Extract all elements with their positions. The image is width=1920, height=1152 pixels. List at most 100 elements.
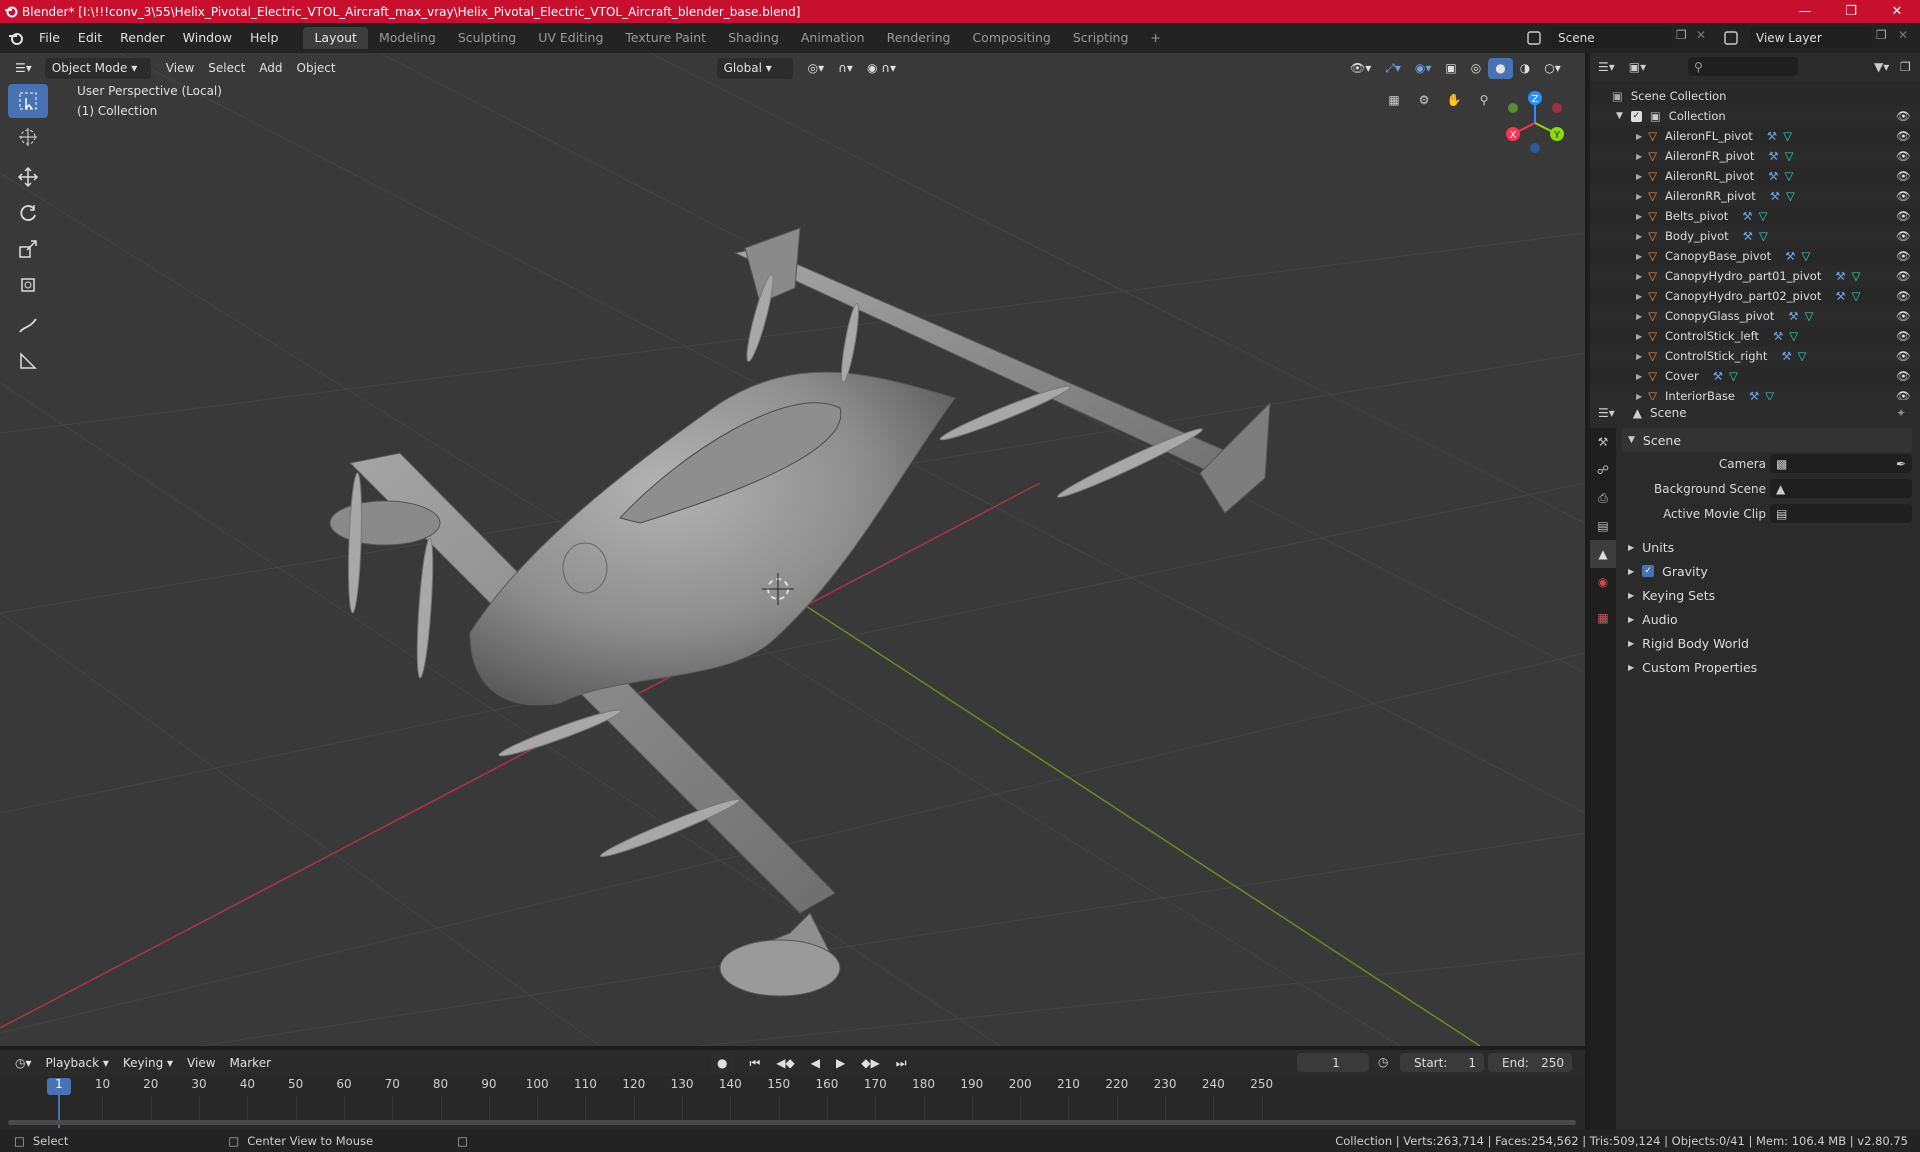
outliner-item[interactable]: ▶ ▽ Belts_pivot ⚒ ▽ 👁 [1590, 206, 1920, 226]
outliner-search-input[interactable]: ⚲ [1688, 57, 1798, 76]
eye-icon[interactable]: 👁 [1896, 269, 1911, 283]
expand-arrow-icon[interactable]: ▶ [1636, 312, 1642, 321]
display-mode-icon[interactable]: ▣▾ [1629, 60, 1646, 74]
modifier-icon[interactable]: ⚒ [1788, 309, 1798, 323]
tab-modeling[interactable]: Modeling [368, 27, 447, 49]
expand-arrow-icon[interactable]: ▶ [1636, 332, 1642, 341]
expand-arrow-icon[interactable]: ▶ [1636, 272, 1642, 281]
view-layer-browse-icon[interactable] [1722, 28, 1744, 48]
eye-icon[interactable]: 👁 [1896, 149, 1911, 163]
expand-arrow-icon[interactable]: ▶ [1636, 352, 1642, 361]
mesh-data-icon[interactable]: ▽ [1805, 309, 1814, 323]
timeline-menu-playback[interactable]: Playback ▾ [39, 1053, 116, 1074]
outliner-scene-collection[interactable]: ▣ Scene Collection [1590, 86, 1920, 106]
expand-arrow-icon[interactable]: ▶ [1636, 292, 1642, 301]
subpanel-header[interactable]: ▶ Custom Properties [1622, 655, 1912, 679]
gizmo-neg-x-handle[interactable] [1552, 103, 1562, 113]
next-keyframe-button[interactable]: ◆▶ [854, 1053, 886, 1074]
outliner-item[interactable]: ▶ ▽ ControlStick_right ⚒ ▽ 👁 [1590, 346, 1920, 366]
expand-arrow-icon[interactable]: ▶ [1636, 192, 1642, 201]
expand-arrow-icon[interactable]: ▶ [1636, 152, 1642, 161]
delete-scene-icon[interactable]: ✕ [1696, 28, 1706, 42]
measure-tool[interactable] [8, 344, 48, 378]
cursor-tool[interactable] [8, 120, 48, 154]
editor-type-icon[interactable]: ☰▾ [8, 58, 39, 79]
shading-rendered-icon[interactable]: ○▾ [1537, 58, 1568, 79]
expand-arrow-icon[interactable]: ▶ [1636, 252, 1642, 261]
outliner-item[interactable]: ▶ ▽ AileronRL_pivot ⚒ ▽ 👁 [1590, 166, 1920, 186]
eye-icon[interactable]: 👁 [1896, 129, 1911, 143]
tab-uv-editing[interactable]: UV Editing [527, 27, 614, 49]
mesh-data-icon[interactable]: ▽ [1784, 169, 1793, 183]
move-tool[interactable] [8, 160, 48, 194]
modifier-icon[interactable]: ⚒ [1835, 269, 1845, 283]
menu-help[interactable]: Help [241, 27, 288, 49]
add-workspace-button[interactable]: + [1139, 27, 1171, 49]
eye-icon[interactable]: 👁 [1896, 189, 1911, 203]
mesh-data-icon[interactable]: ▽ [1852, 269, 1861, 283]
overlays-icon[interactable]: ◉▾ [1408, 58, 1439, 79]
modifier-icon[interactable]: ⚒ [1743, 229, 1753, 243]
collapse-arrow-icon[interactable]: ▼ [1616, 111, 1623, 121]
viewport-menu-add[interactable]: Add [252, 58, 289, 79]
menu-window[interactable]: Window [174, 27, 241, 49]
pan-hand-icon[interactable]: ✋ [1442, 88, 1466, 112]
close-button[interactable]: ✕ [1874, 0, 1920, 23]
outliner-item[interactable]: ▶ ▽ AileronRR_pivot ⚒ ▽ 👁 [1590, 186, 1920, 206]
prev-keyframe-button[interactable]: ◀◆ [769, 1053, 801, 1074]
expand-arrow-icon[interactable]: ▶ [1636, 232, 1642, 241]
snap-icon[interactable]: ∩▾ [831, 58, 860, 79]
outliner-item[interactable]: ▶ ▽ ControlStick_left ⚒ ▽ 👁 [1590, 326, 1920, 346]
scale-tool[interactable] [8, 232, 48, 266]
outliner-item[interactable]: ▶ ▽ AileronFL_pivot ⚒ ▽ 👁 [1590, 126, 1920, 146]
blender-menu-icon[interactable] [8, 30, 24, 46]
pin-icon[interactable]: ✦ [1896, 406, 1906, 420]
menu-render[interactable]: Render [111, 27, 174, 49]
start-frame-field[interactable]: Start: 1 [1400, 1053, 1484, 1072]
current-frame-field[interactable]: 1 [1297, 1053, 1369, 1072]
timeline-menu-keying[interactable]: Keying ▾ [116, 1053, 180, 1074]
filter-icon[interactable]: ▼▾ [1874, 60, 1889, 74]
active-movie-clip-field[interactable]: ▤ [1770, 504, 1912, 523]
expand-arrow-icon[interactable]: ▶ [1636, 372, 1642, 381]
tab-texture[interactable]: ▦ [1590, 604, 1616, 632]
mesh-data-icon[interactable]: ▽ [1785, 149, 1794, 163]
outliner-item[interactable]: ▶ ▽ CanopyHydro_part01_pivot ⚒ ▽ 👁 [1590, 266, 1920, 286]
subpanel-header[interactable]: ▶ Audio [1622, 607, 1912, 631]
pivot-point-icon[interactable]: ◎▾ [801, 58, 832, 79]
timeline-menu-marker[interactable]: Marker [223, 1053, 278, 1074]
eye-icon[interactable]: 👁 [1896, 329, 1911, 343]
expand-arrow-icon[interactable]: ▶ [1636, 172, 1642, 181]
menu-file[interactable]: File [30, 27, 69, 49]
tab-scene[interactable]: ▲ [1590, 540, 1616, 568]
shading-solid-icon[interactable]: ● [1488, 57, 1513, 79]
new-scene-icon[interactable]: ❐ [1676, 28, 1687, 42]
end-frame-field[interactable]: End: 250 [1488, 1053, 1572, 1072]
rotate-tool[interactable] [8, 196, 48, 230]
delete-view-layer-icon[interactable]: ✕ [1898, 28, 1908, 42]
modifier-icon[interactable]: ⚒ [1835, 289, 1845, 303]
eye-icon[interactable]: 👁 [1896, 109, 1911, 123]
shading-wireframe-icon[interactable]: ◎ [1464, 58, 1488, 79]
modifier-icon[interactable]: ⚒ [1713, 369, 1723, 383]
eye-icon[interactable]: 👁 [1896, 349, 1911, 363]
viewport-menu-select[interactable]: Select [201, 58, 252, 79]
3d-viewport[interactable]: ☰▾ Object Mode ▾ View Select Add Object … [0, 53, 1585, 1046]
outliner-item[interactable]: ▶ ▽ Cover ⚒ ▽ 👁 [1590, 366, 1920, 386]
outliner-collection[interactable]: ▼ ✓ ▣ Collection 👁 [1590, 106, 1920, 126]
modifier-icon[interactable]: ⚒ [1785, 249, 1795, 263]
jump-end-button[interactable]: ⏭ [889, 1053, 914, 1074]
annotate-tool[interactable] [8, 308, 48, 342]
tab-output[interactable]: ⎙ [1590, 484, 1616, 512]
viewport-menu-view[interactable]: View [159, 58, 201, 79]
outliner-editor-type-icon[interactable]: ☰▾ [1598, 60, 1615, 74]
modifier-icon[interactable]: ⚒ [1768, 149, 1778, 163]
mesh-data-icon[interactable]: ▽ [1759, 209, 1768, 223]
properties-editor-type-icon[interactable]: ☰▾ [1598, 406, 1615, 420]
camera-field[interactable]: ▩ ✒ [1770, 454, 1912, 473]
mesh-data-icon[interactable]: ▽ [1789, 329, 1798, 343]
timeline-scrollbar[interactable] [8, 1120, 1576, 1125]
record-button[interactable]: ● [710, 1053, 735, 1074]
tab-view-layer[interactable]: ▤ [1590, 512, 1616, 540]
outliner-item[interactable]: ▶ ▽ ConopyGlass_pivot ⚒ ▽ 👁 [1590, 306, 1920, 326]
